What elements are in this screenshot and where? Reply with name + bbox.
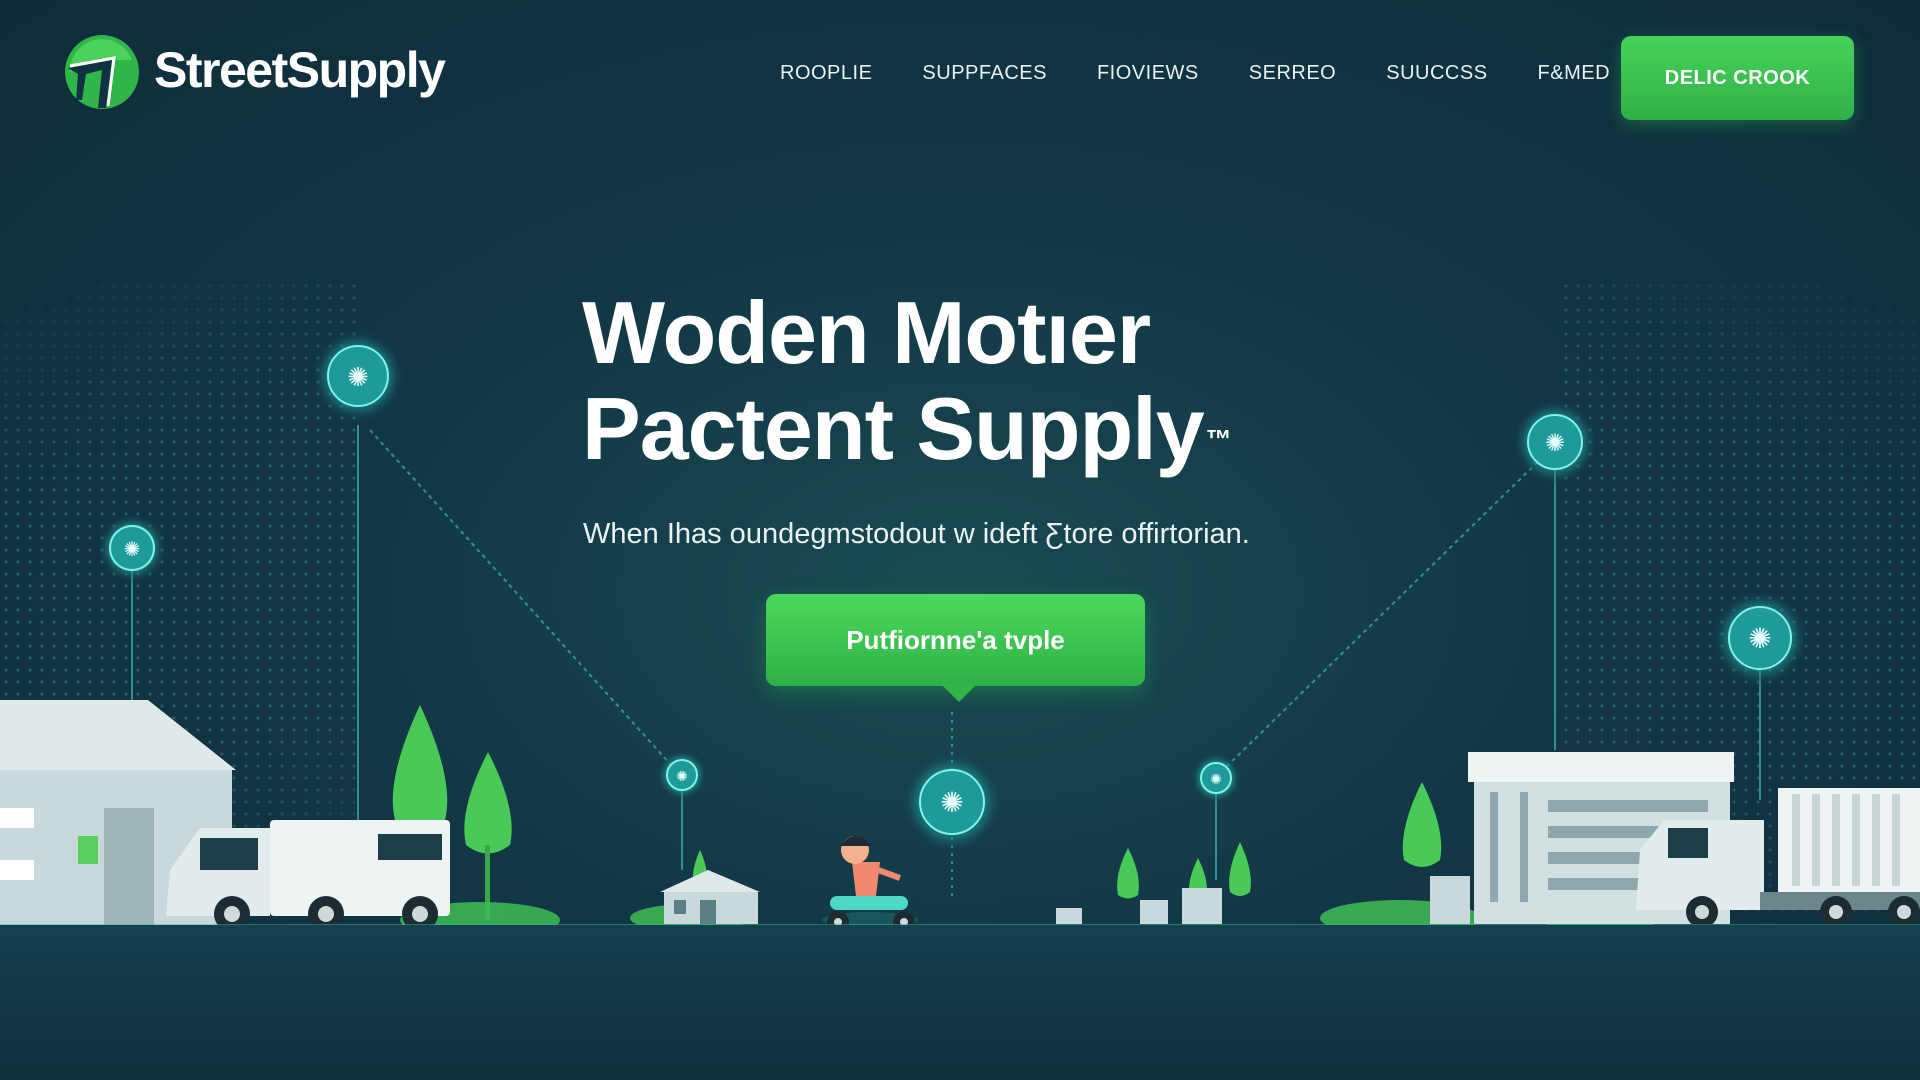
hero-title-line-2-text: Pactent Supply <box>582 379 1205 478</box>
hero-title-line-2: Pactent Supply™ <box>582 381 1482 477</box>
glowing-node-icon: ✺ <box>900 750 1004 854</box>
hero-title: Woden Motıer Pactent Supply™ <box>582 285 1482 477</box>
glowing-node-icon: ✺ <box>96 512 168 584</box>
glowing-node-icon: ✺ <box>310 328 406 424</box>
scooter-rider-icon <box>822 836 918 933</box>
svg-text:✺: ✺ <box>940 787 963 818</box>
ground <box>0 925 1920 1080</box>
hero-title-line-1: Woden Motıer <box>582 283 1151 382</box>
svg-text:✺: ✺ <box>1210 771 1222 787</box>
warehouse-icon <box>660 870 760 924</box>
glowing-node-icon: ✺ <box>656 749 708 801</box>
trademark-symbol: ™ <box>1205 424 1232 454</box>
hero-cta-button[interactable]: Putfiornne'a tvple <box>766 594 1145 686</box>
delivery-truck-icon <box>166 820 450 932</box>
glowing-node-icon: ✺ <box>1511 398 1599 486</box>
cta-pointer <box>941 684 977 702</box>
svg-text:✺: ✺ <box>1545 430 1565 457</box>
hero-subtitle: When Ihas oundegmstodout w ideft Ƹtore o… <box>583 518 1250 550</box>
svg-text:✺: ✺ <box>676 768 688 784</box>
glowing-node-icon: ✺ <box>1710 588 1810 688</box>
svg-text:✺: ✺ <box>347 362 369 392</box>
svg-text:✺: ✺ <box>1748 623 1771 654</box>
glowing-node-icon: ✺ <box>1190 752 1242 804</box>
svg-text:✺: ✺ <box>124 539 141 561</box>
